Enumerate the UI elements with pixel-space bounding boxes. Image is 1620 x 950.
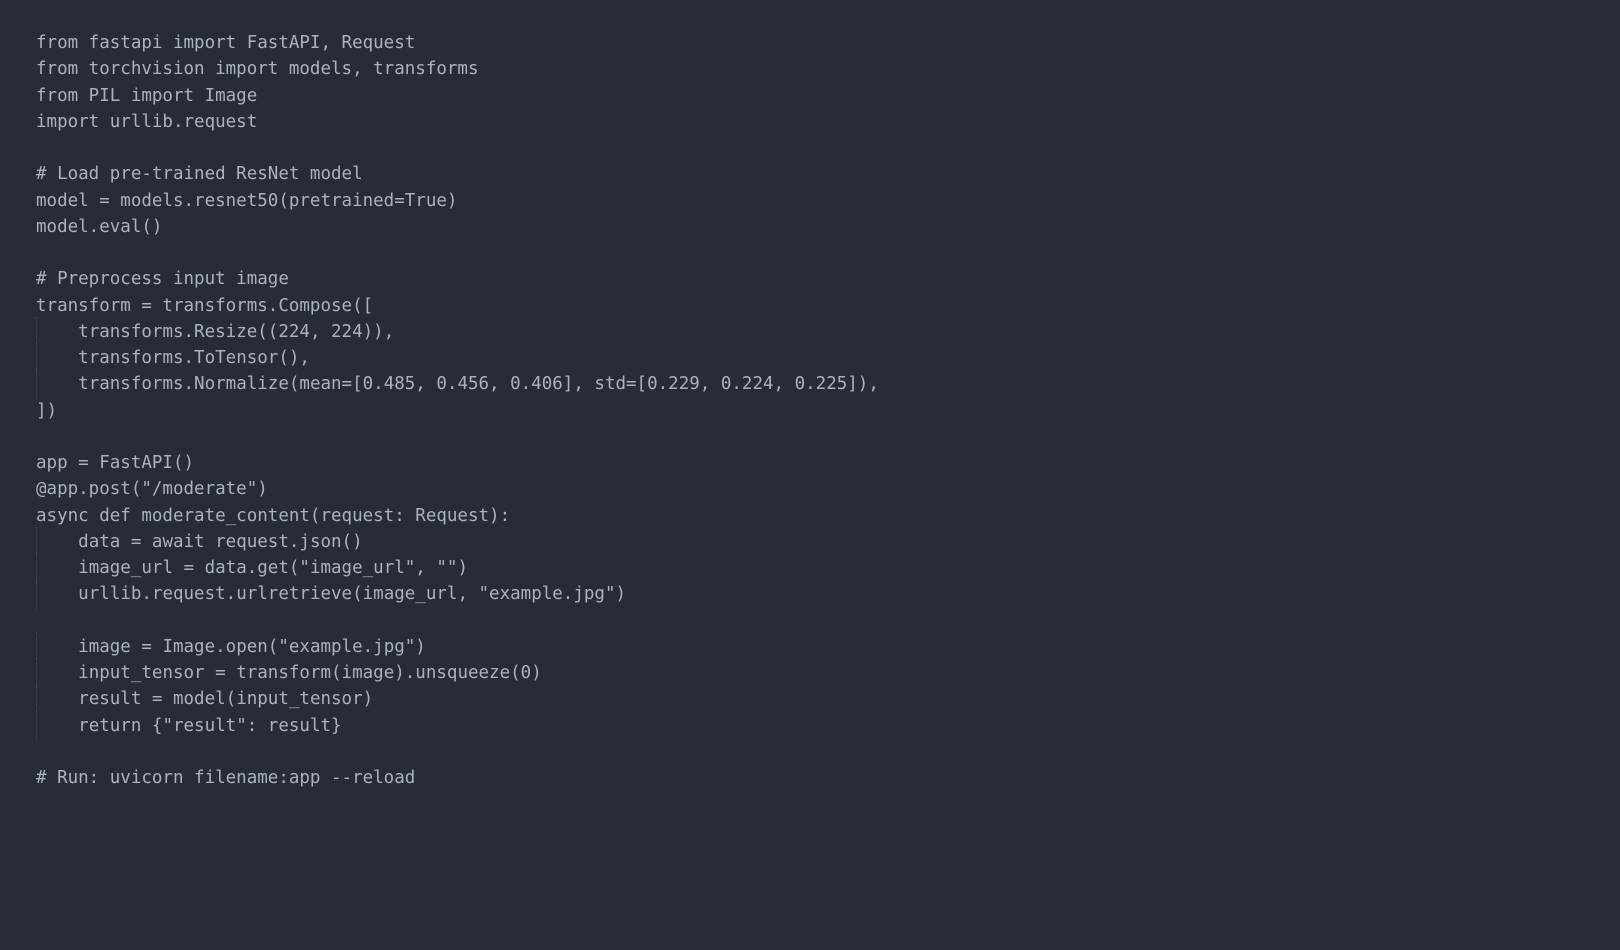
code-line: ]) <box>36 398 1584 424</box>
code-block[interactable]: from fastapi import FastAPI, Requestfrom… <box>36 30 1584 791</box>
code-line: image = Image.open("example.jpg") <box>36 634 1584 660</box>
code-line: import urllib.request <box>36 109 1584 135</box>
code-line: @app.post("/moderate") <box>36 476 1584 502</box>
code-line: transforms.ToTensor(), <box>36 345 1584 371</box>
code-line: model = models.resnet50(pretrained=True) <box>36 188 1584 214</box>
code-line: result = model(input_tensor) <box>36 686 1584 712</box>
code-line: transform = transforms.Compose([ <box>36 293 1584 319</box>
code-line: from PIL import Image <box>36 83 1584 109</box>
code-line <box>36 424 1584 450</box>
code-line: model.eval() <box>36 214 1584 240</box>
code-line <box>36 608 1584 634</box>
code-line: transforms.Resize((224, 224)), <box>36 319 1584 345</box>
code-line: from fastapi import FastAPI, Request <box>36 30 1584 56</box>
code-line: transforms.Normalize(mean=[0.485, 0.456,… <box>36 371 1584 397</box>
code-line: app = FastAPI() <box>36 450 1584 476</box>
code-line <box>36 135 1584 161</box>
code-line: # Run: uvicorn filename:app --reload <box>36 765 1584 791</box>
code-line: image_url = data.get("image_url", "") <box>36 555 1584 581</box>
code-line: async def moderate_content(request: Requ… <box>36 503 1584 529</box>
code-line: data = await request.json() <box>36 529 1584 555</box>
code-line: return {"result": result} <box>36 713 1584 739</box>
code-line: from torchvision import models, transfor… <box>36 56 1584 82</box>
code-line: input_tensor = transform(image).unsqueez… <box>36 660 1584 686</box>
code-line: urllib.request.urlretrieve(image_url, "e… <box>36 581 1584 607</box>
code-line: # Load pre-trained ResNet model <box>36 161 1584 187</box>
code-line <box>36 739 1584 765</box>
code-line <box>36 240 1584 266</box>
code-line: # Preprocess input image <box>36 266 1584 292</box>
